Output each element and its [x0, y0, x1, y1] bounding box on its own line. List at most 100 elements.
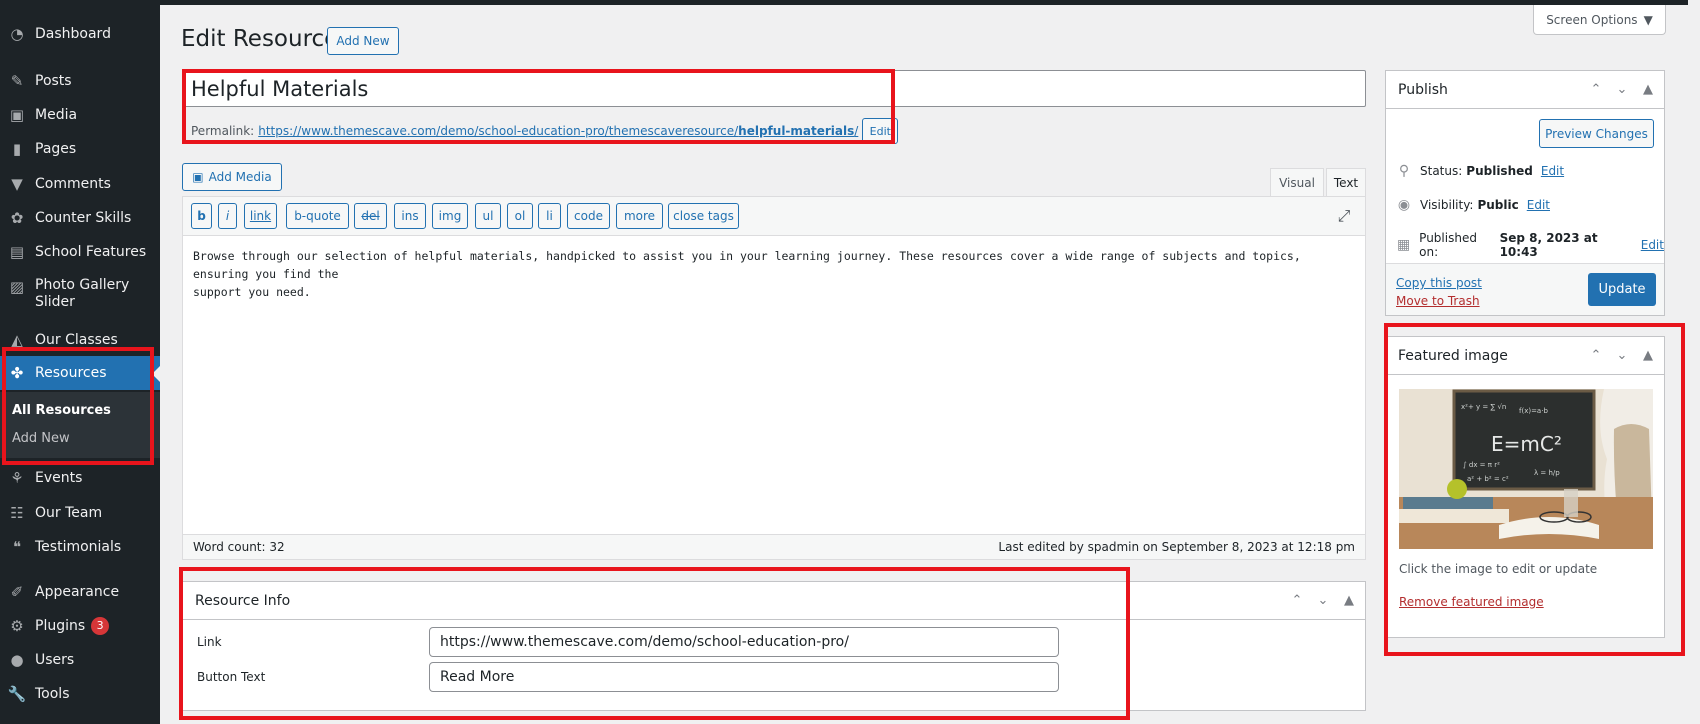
resources-submenu: All Resources Add New — [0, 392, 160, 458]
eye-icon: ◉ — [1397, 197, 1411, 213]
menu-comments[interactable]: ▼ Comments — [0, 174, 160, 194]
menu-school-features[interactable]: ▤ School Features — [0, 242, 160, 262]
remove-featured-image-link[interactable]: Remove featured image — [1399, 595, 1544, 609]
page-icon: ▮ — [12, 140, 22, 158]
page-scrollbar[interactable] — [1688, 0, 1700, 724]
dashboard-icon: ◔ — [10, 25, 24, 43]
visibility-value: Public — [1477, 198, 1519, 212]
published-edit-link[interactable]: Edit — [1641, 238, 1664, 252]
qt-more-button[interactable]: more — [616, 203, 663, 229]
permalink-base: https://www.themescave.com/demo/school-e… — [258, 124, 739, 138]
menu-events[interactable]: ⚘ Events — [0, 468, 160, 488]
tab-visual[interactable]: Visual — [1270, 168, 1324, 197]
move-down-icon[interactable]: ⌄ — [1614, 82, 1630, 97]
add-media-icon: ▣ — [192, 170, 204, 184]
add-new-button[interactable]: Add New — [327, 27, 399, 55]
featured-header: Featured image ⌃ ⌄ ▲ — [1386, 337, 1664, 375]
caret-down-icon: ▼ — [1643, 12, 1653, 27]
menu-users[interactable]: ● Users — [0, 650, 160, 670]
svg-text:f(x)=a·b: f(x)=a·b — [1519, 407, 1548, 415]
move-up-icon[interactable]: ⌃ — [1588, 348, 1604, 363]
permalink-slug: helpful-materials — [738, 124, 855, 138]
last-edited: Last edited by spadmin on September 8, 2… — [998, 540, 1355, 554]
qt-italic-button[interactable]: i — [218, 203, 237, 229]
link-label: Link — [197, 635, 222, 649]
featured-controls: ⌃ ⌄ ▲ — [1588, 348, 1656, 363]
featured-image-thumbnail[interactable]: x²+ y = ∑ √n f(x)=a·b ∫ dx = π r² λ = h/… — [1399, 389, 1653, 549]
qt-ins-button[interactable]: ins — [394, 203, 426, 229]
status-edit-link[interactable]: Edit — [1541, 164, 1564, 178]
add-media-button[interactable]: ▣ Add Media — [182, 163, 282, 191]
submenu-add-new[interactable]: Add New — [12, 431, 70, 446]
submenu-all-resources[interactable]: All Resources — [12, 403, 111, 418]
menu-pages[interactable]: ▮ Pages — [0, 139, 160, 159]
qt-bold-button[interactable]: b — [191, 203, 212, 229]
menu-plugins[interactable]: ⚙ Plugins 3 — [0, 616, 160, 636]
admin-topbar — [160, 0, 1700, 5]
menu-testimonials[interactable]: ❝ Testimonials — [0, 537, 160, 557]
published-label: Published on: — [1419, 231, 1477, 259]
qt-del-button[interactable]: del — [354, 203, 387, 229]
add-media-label: Add Media — [208, 170, 272, 184]
link-input[interactable]: https://www.themescave.com/demo/school-e… — [429, 627, 1059, 657]
move-to-trash-link[interactable]: Move to Trash — [1396, 294, 1480, 308]
menu-photo-gallery[interactable]: ▨ Photo Gallery Slider — [0, 277, 160, 311]
tab-text[interactable]: Text — [1326, 168, 1366, 197]
menu-resources[interactable]: ✤ Resources — [0, 356, 160, 390]
menu-counter-skills[interactable]: ✿ Counter Skills — [0, 208, 160, 228]
menu-tools[interactable]: 🔧 Tools — [0, 684, 160, 704]
quicktags-toolbar: b i link b-quote del ins img ul ol li co… — [183, 197, 1365, 236]
editor-textarea[interactable]: Browse through our selection of helpful … — [193, 247, 1353, 301]
move-up-icon[interactable]: ⌃ — [1588, 82, 1604, 97]
qt-bquote-button[interactable]: b-quote — [286, 203, 349, 229]
featured-image-caption: Click the image to edit or update — [1399, 562, 1598, 576]
quote-icon: ❝ — [12, 538, 22, 556]
board-formula: E=mC² — [1491, 432, 1562, 456]
qt-li-button[interactable]: li — [538, 203, 561, 229]
word-count: Word count: 32 — [193, 540, 285, 554]
menu-media[interactable]: ▣ Media — [0, 105, 160, 125]
media-icon: ▣ — [9, 106, 25, 124]
groups-icon: ☷ — [10, 504, 24, 522]
text-editor: b i link b-quote del ins img ul ol li co… — [182, 196, 1366, 560]
qt-img-button[interactable]: img — [432, 203, 468, 229]
post-title-input[interactable]: Helpful Materials — [182, 70, 1366, 107]
permalink-link[interactable]: https://www.themescave.com/demo/school-e… — [258, 124, 858, 138]
move-down-icon[interactable]: ⌄ — [1315, 593, 1331, 608]
collapse-icon[interactable]: ▲ — [1341, 593, 1357, 608]
publish-box: Publish ⌃ ⌄ ▲ Preview Changes ⚲ Status: … — [1385, 70, 1665, 316]
update-button[interactable]: Update — [1588, 273, 1656, 306]
qt-close-tags-button[interactable]: close tags — [668, 203, 739, 229]
featured-title: Featured image — [1398, 347, 1508, 364]
menu-dashboard[interactable]: ◔ Dashboard — [0, 24, 160, 44]
page-title: Edit Resource — [181, 26, 339, 52]
menu-appearance[interactable]: ✐ Appearance — [0, 582, 160, 602]
pushpin-icon: ✎ — [10, 72, 24, 90]
menu-our-classes[interactable]: ◭ Our Classes — [0, 330, 160, 350]
screen-options-button[interactable]: Screen Options ▼ — [1533, 5, 1666, 35]
preview-changes-button[interactable]: Preview Changes — [1539, 119, 1654, 148]
qt-link-button[interactable]: link — [244, 203, 277, 229]
link-field-row: Link https://www.themescave.com/demo/sch… — [197, 627, 1347, 657]
qt-code-button[interactable]: code — [567, 203, 610, 229]
pin-icon: ⚲ — [1398, 163, 1410, 179]
button-text-label: Button Text — [197, 670, 266, 684]
menu-posts[interactable]: ✎ Posts — [0, 71, 160, 91]
comment-icon: ▼ — [11, 175, 23, 193]
visibility-label: Visibility: — [1420, 198, 1474, 212]
qt-ul-button[interactable]: ul — [475, 203, 501, 229]
button-text-input[interactable]: Read More — [429, 662, 1059, 692]
status-row: ⚲ Status: Published Edit — [1396, 163, 1564, 179]
permalink-edit-button[interactable]: Edit — [862, 118, 899, 144]
copy-post-link[interactable]: Copy this post — [1396, 276, 1482, 290]
move-up-icon[interactable]: ⌃ — [1289, 593, 1305, 608]
button-text-field-row: Button Text Read More — [197, 662, 1347, 692]
collapse-icon[interactable]: ▲ — [1640, 348, 1656, 363]
fullscreen-icon[interactable]: ⤢ — [1335, 206, 1353, 225]
move-down-icon[interactable]: ⌄ — [1614, 348, 1630, 363]
qt-ol-button[interactable]: ol — [507, 203, 533, 229]
collapse-icon[interactable]: ▲ — [1640, 82, 1656, 97]
visibility-edit-link[interactable]: Edit — [1527, 198, 1550, 212]
menu-our-team[interactable]: ☷ Our Team — [0, 503, 160, 523]
published-value: Sep 8, 2023 at 10:43 — [1499, 231, 1598, 259]
